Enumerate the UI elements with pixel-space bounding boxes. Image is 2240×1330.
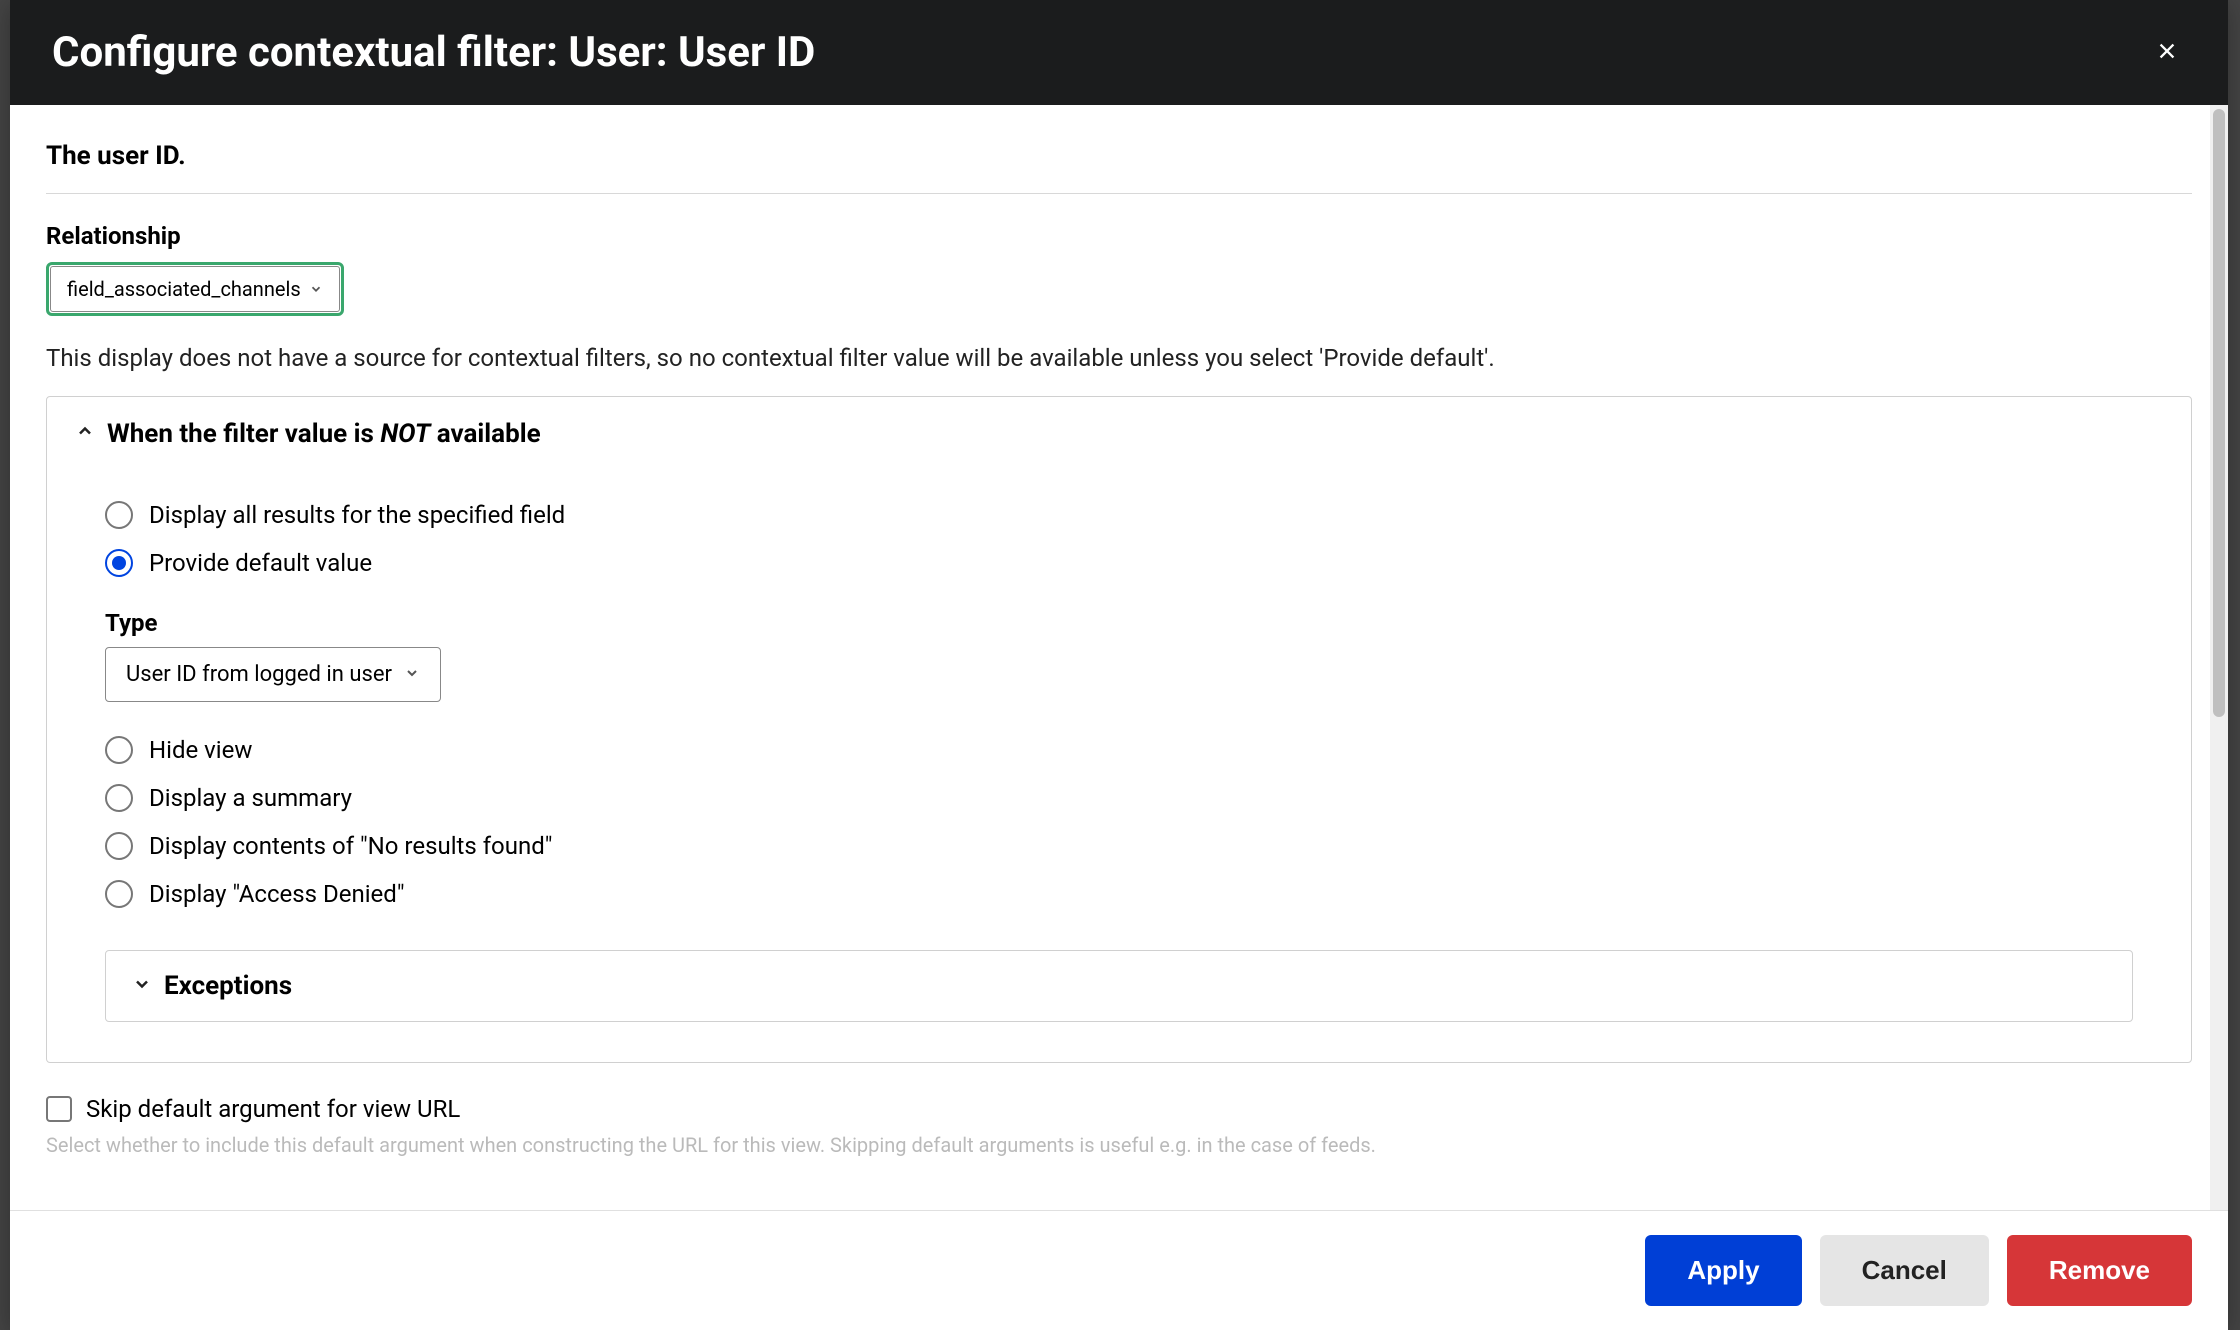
chevron-down-icon [404, 662, 420, 687]
radio-label: Provide default value [149, 549, 372, 577]
chevron-right-icon [132, 971, 152, 1001]
radio-icon [105, 832, 133, 860]
exceptions-summary[interactable]: Exceptions [106, 951, 2132, 1021]
radio-icon [105, 784, 133, 812]
radio-label: Display "Access Denied" [149, 880, 405, 908]
radio-icon [105, 880, 133, 908]
modal-footer: Apply Cancel Remove [10, 1210, 2228, 1330]
radio-icon [105, 549, 133, 577]
modal-header: Configure contextual filter: User: User … [10, 0, 2228, 105]
radio-label: Display contents of "No results found" [149, 832, 552, 860]
type-block: Type User ID from logged in user [105, 609, 2133, 702]
exceptions-title: Exceptions [164, 971, 292, 1001]
modal-title: Configure contextual filter: User: User … [52, 28, 815, 77]
relationship-select-focus-ring: field_associated_channels [46, 262, 344, 316]
type-select[interactable]: User ID from logged in user [105, 647, 441, 702]
checkbox-icon [46, 1096, 72, 1122]
when-not-available-content: Display all results for the specified fi… [47, 471, 2191, 1062]
radio-icon [105, 736, 133, 764]
skip-default-label: Skip default argument for view URL [86, 1095, 460, 1123]
cancel-button[interactable]: Cancel [1820, 1235, 1989, 1306]
radio-access-denied[interactable]: Display "Access Denied" [105, 870, 2133, 918]
apply-button[interactable]: Apply [1645, 1235, 1801, 1306]
skip-default-row[interactable]: Skip default argument for view URL [46, 1095, 2192, 1123]
when-title-suffix: available [430, 419, 540, 449]
radio-no-results[interactable]: Display contents of "No results found" [105, 822, 2133, 870]
radio-icon [105, 501, 133, 529]
radio-display-all[interactable]: Display all results for the specified fi… [105, 491, 2133, 539]
relationship-select-value: field_associated_channels [67, 277, 301, 301]
type-select-value: User ID from logged in user [126, 662, 392, 687]
when-title-prefix: When the filter value is [107, 419, 380, 449]
when-not-available-box: When the filter value is NOT available D… [46, 396, 2192, 1063]
when-not-available-summary[interactable]: When the filter value is NOT available [47, 397, 2191, 471]
radio-provide-default[interactable]: Provide default value [105, 539, 2133, 587]
chevron-down-icon [75, 421, 95, 447]
chevron-down-icon [309, 277, 323, 301]
info-text: This display does not have a source for … [46, 344, 2192, 372]
radio-label: Display all results for the specified fi… [149, 501, 565, 529]
relationship-label: Relationship [46, 222, 2192, 250]
radio-label: Display a summary [149, 784, 352, 812]
radio-label: Hide view [149, 736, 252, 764]
type-label: Type [105, 609, 2133, 637]
scrollbar-track[interactable] [2210, 105, 2228, 1210]
modal-body: The user ID. Relationship field_associat… [10, 105, 2228, 1210]
radio-hide-view[interactable]: Hide view [105, 726, 2133, 774]
skip-default-hint: Select whether to include this default a… [46, 1133, 2192, 1157]
relationship-section: Relationship field_associated_channels [46, 222, 2192, 316]
configure-filter-modal: Configure contextual filter: User: User … [10, 0, 2228, 1330]
close-button[interactable] [2148, 29, 2186, 77]
relationship-select[interactable]: field_associated_channels [50, 266, 340, 312]
scrollbar-thumb[interactable] [2213, 109, 2225, 717]
exceptions-box: Exceptions [105, 950, 2133, 1022]
remove-button[interactable]: Remove [2007, 1235, 2192, 1306]
close-icon [2156, 37, 2178, 68]
when-title-not: NOT [380, 419, 430, 449]
user-id-legend: The user ID. [46, 133, 2192, 194]
radio-display-summary[interactable]: Display a summary [105, 774, 2133, 822]
